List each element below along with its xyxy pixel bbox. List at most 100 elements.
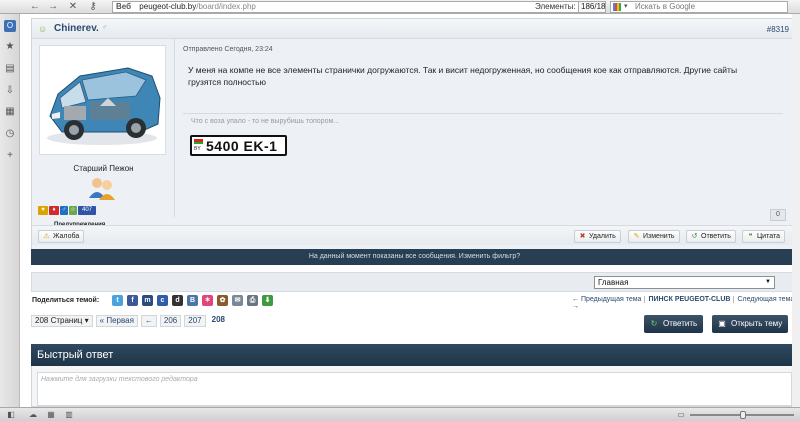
prev-page-link[interactable]: ← <box>140 315 157 327</box>
forum-select[interactable]: Главная ▼ <box>594 276 775 289</box>
user-group-icon <box>89 178 115 200</box>
chat-icon[interactable]: c <box>157 295 168 306</box>
quick-reply-editor[interactable]: Нажмите для загрузки текстового редактор… <box>37 372 792 406</box>
flag-icon <box>194 139 203 144</box>
complain-button[interactable]: ⚠ Жалоба <box>38 230 85 243</box>
chevron-down-icon: ▾ <box>84 316 89 325</box>
prev-topic-link[interactable]: ← Предыдущая тема <box>572 296 641 303</box>
forum-select-value: Главная <box>598 278 629 287</box>
reply-icon: ↻ <box>650 319 658 328</box>
post-actions: ⚠ Жалоба ✖ Удалить ✎ Изменить ↺ Ответить… <box>32 225 797 245</box>
delete-label: Удалить <box>589 233 616 240</box>
notes-icon[interactable]: ▤ <box>4 63 16 75</box>
back-button[interactable]: ← <box>28 1 42 13</box>
speed-dial-icon[interactable]: ▦ <box>46 410 56 420</box>
plate-country: BY <box>194 146 201 152</box>
address-bar[interactable]: Веб peugeot-club.by/board/index.php <box>112 1 606 13</box>
odnoklassniki-icon[interactable]: ✶ <box>202 295 213 306</box>
edit-button[interactable]: ✎ Изменить <box>628 230 680 243</box>
elements-count: 186/186 <box>578 1 606 13</box>
myspace-icon[interactable]: m <box>142 295 153 306</box>
reply-icon: ↺ <box>691 233 698 240</box>
reply-button[interactable]: ↻ Ответить <box>644 315 704 333</box>
new-topic-icon: ▣ <box>718 319 726 328</box>
current-page: 208 <box>211 315 225 324</box>
add-panel-icon[interactable]: + <box>4 150 16 162</box>
post-author[interactable]: Chinerev. <box>54 23 99 34</box>
license-plate-image: BY 5400 EK-1 <box>190 135 287 156</box>
panel-icon[interactable]: ▦ <box>4 106 16 118</box>
cloud-icon[interactable]: ☁ <box>28 410 38 420</box>
moikrug-icon[interactable]: ✿ <box>217 295 228 306</box>
user-info: Старший Пежон ♥ ♦ ♂ ☆ 407 Предупреждения <box>32 39 175 234</box>
post-body: У меня на компе не все элементы страничк… <box>188 65 738 87</box>
address-path: /board/index.php <box>196 2 256 11</box>
view-icon[interactable]: ▭ <box>676 410 686 420</box>
page-content: ☺ Chinerev. ♂ #8319 Старший Пежон ♥ ♦ ♂ … <box>20 14 800 407</box>
edit-label: Изменить <box>643 233 675 240</box>
reply-post-button[interactable]: ↺ Ответить <box>686 230 736 243</box>
user-icon: ☺ <box>38 24 48 34</box>
user-title: Старший Пежон <box>73 164 134 173</box>
reputation-count: 0 <box>770 209 786 221</box>
browser-sidebar: O ★ ▤ ⇩ ▦ ◷ + <box>0 14 20 407</box>
opera-icon[interactable]: O <box>4 20 16 32</box>
plate-number: 5400 EK-1 <box>206 138 278 154</box>
vkontakte-icon[interactable]: B <box>187 295 198 306</box>
page-link[interactable]: 206 <box>159 315 182 327</box>
stop-button[interactable]: ✕ <box>66 1 80 13</box>
delete-button[interactable]: ✖ Удалить <box>574 230 621 243</box>
car-avatar-image <box>47 67 161 145</box>
key-icon[interactable]: ⚷ <box>86 1 100 13</box>
post-header: ☺ Chinerev. ♂ #8319 <box>32 19 797 39</box>
tabs-icon[interactable]: ▥ <box>64 410 74 420</box>
award-badge: ☆ <box>69 206 77 215</box>
bookmark-icon[interactable]: ★ <box>4 41 16 53</box>
warning-icon: ⚠ <box>43 233 50 240</box>
filter-notice[interactable]: На данный момент показаны все сообщения.… <box>31 249 798 265</box>
twitter-icon[interactable]: t <box>112 295 123 306</box>
quick-reply-header: Быстрый ответ <box>31 344 798 366</box>
quote-label: Цитата <box>757 233 780 240</box>
scrollbar[interactable] <box>792 14 800 407</box>
share-icons: t f m c d B ✶ ✿ ✉ ⎙ ⬇ <box>112 295 273 306</box>
address-host: peugeot-club.by <box>139 2 197 11</box>
email-icon[interactable]: ✉ <box>232 295 243 306</box>
quote-icon: ❝ <box>748 233 753 240</box>
pages-label: 208 Страниц <box>35 316 83 325</box>
forward-button[interactable]: → <box>46 1 60 13</box>
delicious-icon[interactable]: d <box>172 295 183 306</box>
forum-link[interactable]: ПИНСК PEUGEOT-CLUB <box>644 296 735 303</box>
complain-label: Жалоба <box>53 233 80 240</box>
download-icon[interactable]: ⇩ <box>4 85 16 97</box>
share-label: Поделиться темой: <box>32 297 100 304</box>
pages-dropdown[interactable]: 208 Страниц ▾ <box>31 315 93 327</box>
avatar[interactable] <box>39 45 166 155</box>
panel-toggle-icon[interactable]: ◧ <box>6 410 16 420</box>
page-link[interactable]: 207 <box>184 315 206 327</box>
pagination: 208 Страниц ▾ « Первая ← 206 207 208 <box>31 315 228 327</box>
signature-text: Что с воза упало - то не вырубишь топоро… <box>191 118 340 125</box>
zoom-slider-handle[interactable] <box>740 411 746 419</box>
download-icon[interactable]: ⬇ <box>262 295 273 306</box>
topic-navigation: ← Предыдущая тема ПИНСК PEUGEOT-CLUB Следу… <box>572 296 800 310</box>
browser-statusbar: ◧ ☁ ▦ ▥ ▭ <box>0 407 800 421</box>
address-prefix: Веб <box>116 2 132 11</box>
browser-toolbar: ← → ✕ ⚷ Веб peugeot-club.by/board/index.… <box>0 0 800 14</box>
quote-button[interactable]: ❝ Цитата <box>742 230 785 243</box>
signature-divider <box>183 113 783 114</box>
user-badges: ♥ ♦ ♂ ☆ 407 <box>38 206 96 215</box>
award-badge: ♦ <box>49 206 59 215</box>
print-icon[interactable]: ⎙ <box>247 295 258 306</box>
search-input[interactable]: ▾ Искать в Google <box>610 1 788 13</box>
history-icon[interactable]: ◷ <box>4 128 16 140</box>
first-page-link[interactable]: « Первая <box>95 315 138 327</box>
chevron-down-icon: ▾ <box>624 3 628 10</box>
zoom-slider[interactable] <box>690 411 794 419</box>
reply-label: Ответить <box>701 233 731 240</box>
facebook-icon[interactable]: f <box>127 295 138 306</box>
reply-button-label: Ответить <box>663 319 698 328</box>
chevron-down-icon: ▼ <box>765 279 771 285</box>
new-topic-button[interactable]: ▣ Открыть тему <box>712 315 789 333</box>
post-number-link[interactable]: #8319 <box>767 25 789 34</box>
